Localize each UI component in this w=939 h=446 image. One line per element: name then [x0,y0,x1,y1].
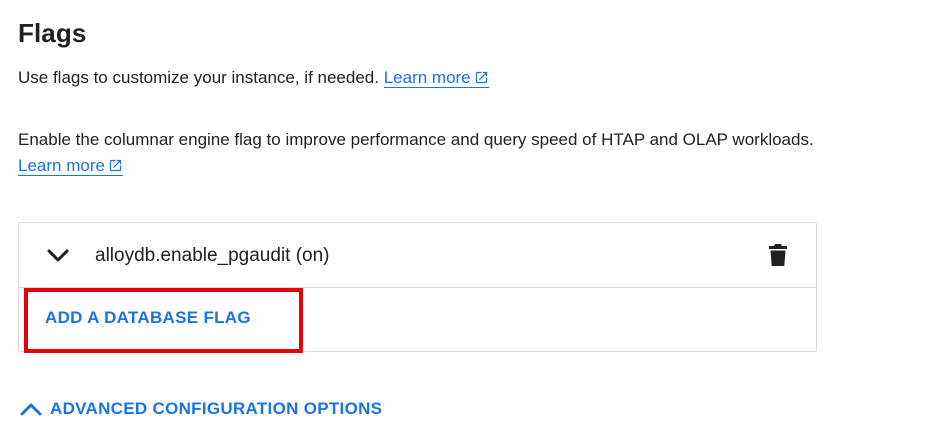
advanced-configuration-label: ADVANCED CONFIGURATION OPTIONS [50,399,383,418]
section-title: Flags [18,18,87,48]
columnar-description: Enable the columnar engine flag to impro… [18,127,838,179]
columnar-learn-more-label: Learn more [18,156,105,175]
open-in-new-icon [475,71,487,84]
chevron-up-icon [20,403,42,416]
learn-more-label: Learn more [383,68,471,87]
delete-flag-button[interactable] [766,242,790,268]
flags-description-text: Use flags to customize your instance, if… [18,68,379,87]
trash-icon [769,244,787,266]
add-database-flag-button[interactable]: ADD A DATABASE FLAG [45,308,251,328]
columnar-learn-more-link[interactable]: Learn more [18,156,123,176]
flag-label: alloydb.enable_pgaudit (on) [95,245,330,266]
learn-more-link[interactable]: Learn more [383,68,489,88]
open-in-new-icon [109,159,122,172]
chevron-down-icon [47,249,69,262]
advanced-configuration-toggle[interactable]: ADVANCED CONFIGURATION OPTIONS [20,396,382,422]
flag-row[interactable]: alloydb.enable_pgaudit (on) [19,223,816,288]
expand-flag-button[interactable] [45,243,71,269]
flags-description: Use flags to customize your instance, if… [18,65,918,91]
columnar-description-text: Enable the columnar engine flag to impro… [18,130,814,149]
flags-panel: alloydb.enable_pgaudit (on) ADD A DATABA… [18,222,817,352]
